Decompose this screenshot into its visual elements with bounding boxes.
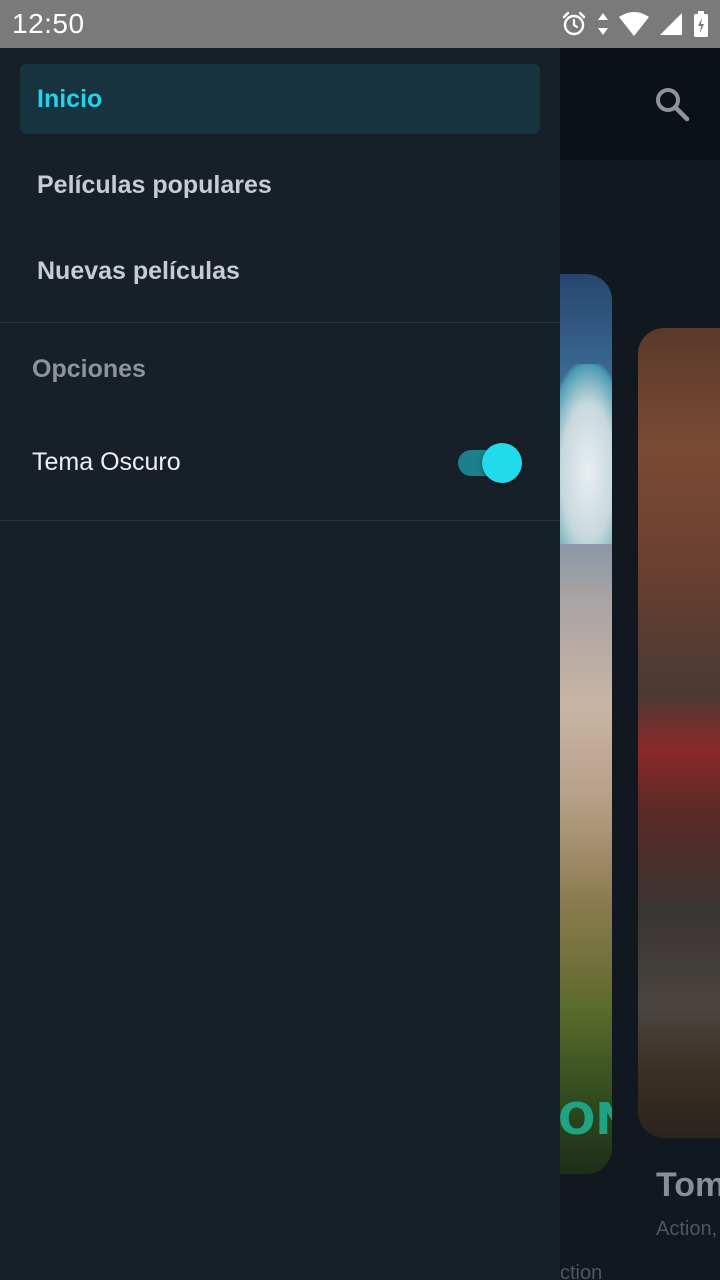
status-bar: 12:50 xyxy=(0,0,720,48)
nav-item-nuevas-peliculas[interactable]: Nuevas películas xyxy=(20,236,540,306)
movie-genre: ction xyxy=(560,1262,603,1280)
setting-label: Tema Oscuro xyxy=(32,448,181,476)
data-arrows-icon xyxy=(596,10,610,38)
battery-icon xyxy=(692,10,710,38)
setting-dark-theme[interactable]: Tema Oscuro xyxy=(0,428,560,498)
alarm-icon xyxy=(560,10,588,38)
nav-item-peliculas-populares[interactable]: Películas populares xyxy=(20,150,540,220)
cell-signal-icon xyxy=(658,11,684,37)
movie-poster[interactable] xyxy=(638,328,720,1138)
poster-artwork xyxy=(560,364,612,544)
poster-logo: ON xyxy=(558,1094,612,1145)
movie-genre: Action, xyxy=(656,1218,718,1240)
divider xyxy=(0,520,560,521)
movie-title: Tom xyxy=(656,1166,720,1204)
navigation-drawer: Inicio Películas populares Nuevas pelícu… xyxy=(0,48,560,1280)
nav-item-label: Nuevas películas xyxy=(37,256,240,285)
divider xyxy=(0,322,560,323)
status-time: 12:50 xyxy=(12,8,85,39)
section-header-options: Opciones xyxy=(32,355,146,383)
dark-theme-switch[interactable] xyxy=(456,442,522,484)
nav-item-label: Inicio xyxy=(37,84,103,113)
status-icons xyxy=(560,8,710,40)
search-icon xyxy=(653,85,691,128)
wifi-icon xyxy=(618,11,650,37)
screen: 12:50 O Tom Action, ction Inicio Películ… xyxy=(0,0,720,1280)
search-button[interactable] xyxy=(646,80,698,132)
nav-item-inicio[interactable]: Inicio xyxy=(20,64,540,134)
switch-thumb xyxy=(482,443,522,483)
nav-item-label: Películas populares xyxy=(37,170,272,199)
